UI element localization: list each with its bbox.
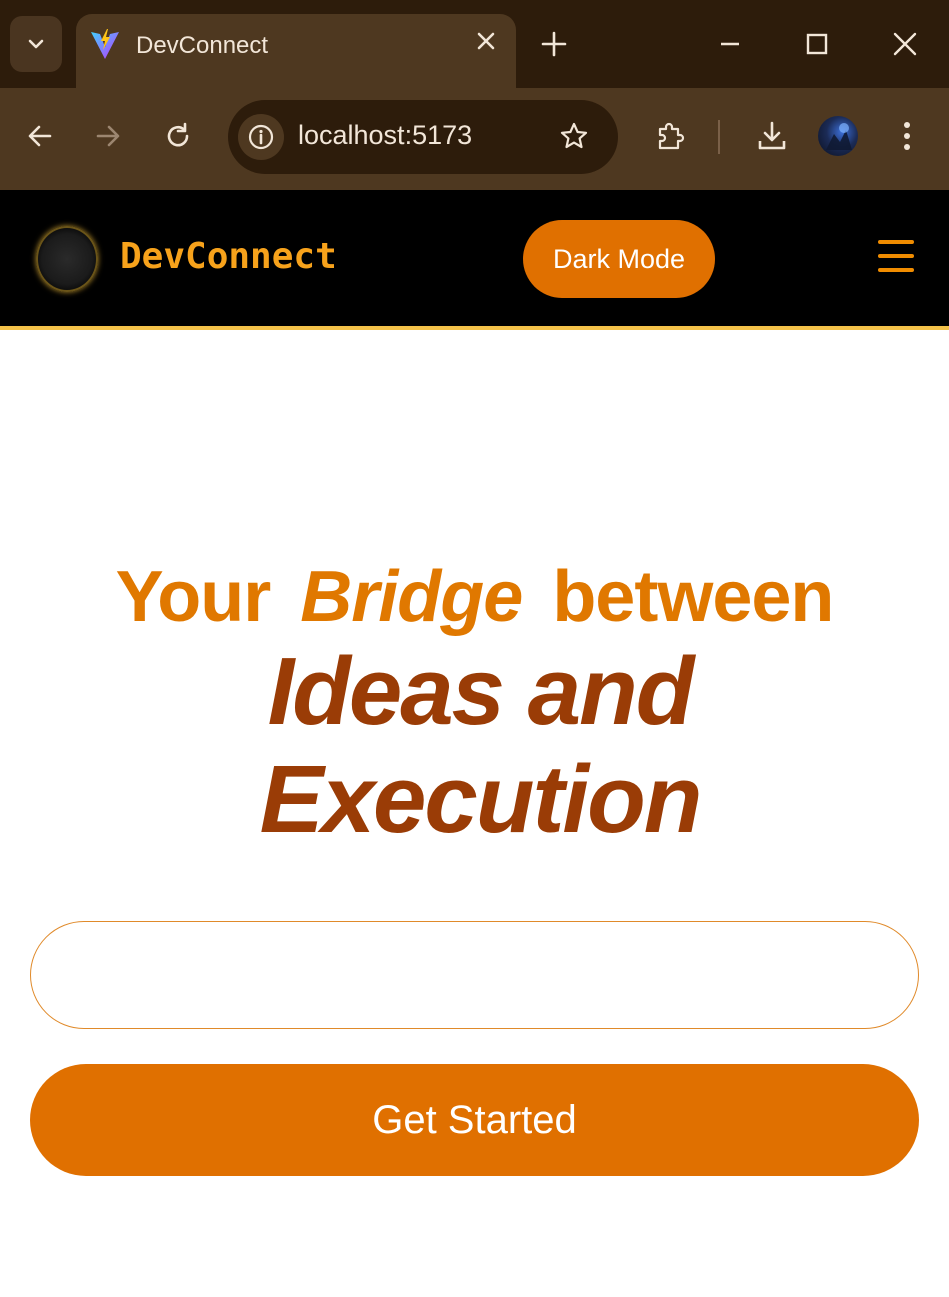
chevron-down-icon bbox=[28, 39, 44, 49]
tab-title: DevConnect bbox=[136, 32, 269, 59]
download-icon bbox=[758, 121, 786, 150]
puzzle-icon bbox=[658, 122, 685, 150]
hero-heading-line1: Your Bridge between bbox=[0, 556, 949, 638]
info-icon bbox=[248, 124, 274, 150]
tab-search-button[interactable] bbox=[10, 16, 62, 72]
hero-text-input[interactable] bbox=[30, 921, 919, 1029]
close-window-icon bbox=[893, 32, 917, 56]
browser-tab[interactable]: DevConnect bbox=[76, 14, 516, 90]
new-tab-button[interactable] bbox=[538, 24, 570, 64]
menu-bar bbox=[878, 268, 914, 272]
close-tab-button[interactable] bbox=[471, 28, 501, 58]
maximize-icon bbox=[806, 33, 828, 55]
forward-arrow-icon bbox=[96, 125, 120, 147]
profile-avatar[interactable] bbox=[818, 116, 858, 156]
plus-icon bbox=[541, 31, 567, 57]
back-button[interactable] bbox=[18, 114, 62, 158]
menu-bar bbox=[878, 254, 914, 258]
toolbar-divider bbox=[718, 120, 720, 154]
get-started-button[interactable]: Get Started bbox=[30, 1064, 919, 1176]
hero-line-execution: Execution bbox=[259, 746, 703, 853]
extensions-button[interactable] bbox=[648, 114, 692, 158]
hero-line-ideas-and: Ideas and bbox=[267, 638, 695, 745]
minimize-icon bbox=[721, 42, 739, 46]
back-arrow-icon bbox=[28, 125, 52, 147]
hero-word-bridge: Bridge bbox=[300, 557, 523, 637]
more-vertical-icon bbox=[904, 122, 910, 150]
close-icon bbox=[477, 32, 495, 50]
url-text[interactable]: localhost:5173 bbox=[298, 120, 472, 151]
hero-word-between: between bbox=[552, 557, 834, 637]
site-info-button[interactable] bbox=[238, 114, 284, 160]
close-window-button[interactable] bbox=[883, 22, 927, 66]
menu-bar bbox=[878, 240, 914, 244]
brand-name[interactable]: DevConnect bbox=[120, 236, 337, 277]
browser-tab-strip: DevConnect bbox=[0, 0, 949, 90]
hero-word-your: Your bbox=[115, 557, 272, 637]
hero-heading-main: Ideas and Execution bbox=[230, 638, 730, 854]
dark-mode-button[interactable]: Dark Mode bbox=[523, 220, 715, 298]
reload-icon bbox=[167, 122, 189, 147]
logo[interactable] bbox=[36, 226, 98, 292]
more-menu-button[interactable] bbox=[885, 114, 929, 158]
forward-button[interactable] bbox=[86, 114, 130, 158]
vite-favicon-icon bbox=[91, 29, 119, 59]
downloads-button[interactable] bbox=[750, 114, 794, 158]
minimize-button[interactable] bbox=[708, 22, 752, 66]
app-navbar: DevConnect Dark Mode bbox=[0, 190, 949, 330]
star-icon bbox=[560, 122, 588, 149]
hamburger-icon[interactable] bbox=[878, 240, 918, 280]
reload-button[interactable] bbox=[156, 114, 200, 158]
address-bar[interactable]: localhost:5173 bbox=[228, 100, 618, 174]
maximize-button[interactable] bbox=[795, 22, 839, 66]
bookmark-button[interactable] bbox=[554, 116, 594, 156]
avatar-image bbox=[826, 123, 852, 150]
